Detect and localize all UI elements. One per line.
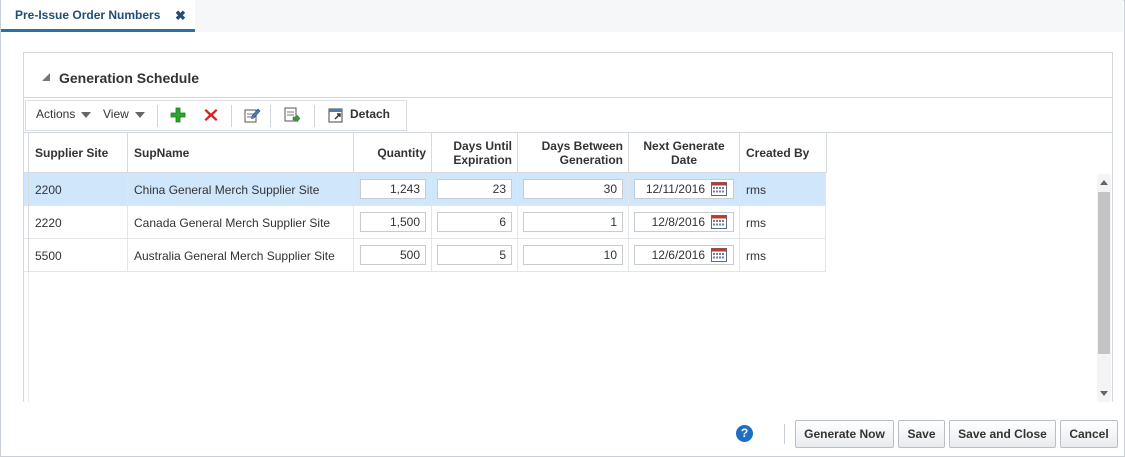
column-header-label: Days Until Expiration	[453, 138, 512, 167]
delete-icon[interactable]	[201, 105, 221, 125]
cell-created-by: rms	[740, 206, 826, 239]
days-between-generation-input[interactable]: 10	[523, 245, 623, 265]
cell-quantity: 500	[354, 239, 432, 272]
tab-bar: Pre-Issue Order Numbers ✖	[1, 0, 1123, 32]
calendar-icon[interactable]	[711, 248, 727, 267]
column-header-label: Days Between Generation	[541, 138, 623, 167]
cell-next-generate-date: 12/6/2016	[629, 239, 740, 272]
generation-schedule-table: Supplier Site SupName Quantity Days Unti…	[24, 132, 1112, 402]
next-generate-date-input[interactable]: 12/8/2016	[634, 212, 734, 232]
generation-schedule-panel: Generation Schedule Actions View Detach	[23, 52, 1113, 402]
next-generate-date-input[interactable]: 12/6/2016	[634, 245, 734, 265]
collapse-triangle-icon[interactable]	[42, 73, 50, 81]
scroll-down-icon[interactable]	[1100, 391, 1108, 396]
calendar-icon[interactable]	[711, 182, 727, 201]
cell-supname: China General Merch Supplier Site	[128, 173, 354, 206]
vertical-scrollbar[interactable]	[1097, 174, 1111, 402]
tab-title: Pre-Issue Order Numbers	[15, 7, 161, 22]
add-icon[interactable]	[168, 105, 188, 125]
export-icon[interactable]	[282, 105, 302, 125]
table-row[interactable]: 2200 China General Merch Supplier Site 1…	[24, 173, 826, 206]
chevron-down-icon	[134, 111, 145, 118]
cell-days-between-generation: 1	[518, 206, 629, 239]
column-header-supplier-site[interactable]: Supplier Site	[29, 133, 128, 173]
date-value: 12/11/2016	[645, 182, 705, 196]
detach-button[interactable]: Detach	[350, 107, 390, 121]
cell-created-by: rms	[740, 239, 826, 272]
column-header-next-generate-date[interactable]: Next Generate Date	[629, 133, 740, 173]
cell-days-until-expiration: 23	[432, 173, 518, 206]
quantity-input[interactable]: 1,500	[360, 212, 426, 232]
next-generate-date-input[interactable]: 12/11/2016	[634, 179, 734, 199]
toolbar-divider	[157, 105, 158, 127]
save-and-close-button[interactable]: Save and Close	[949, 420, 1056, 448]
panel-title: Generation Schedule	[59, 70, 200, 86]
cell-days-until-expiration: 5	[432, 239, 518, 272]
detach-icon[interactable]	[326, 105, 346, 125]
days-between-generation-input[interactable]: 30	[523, 179, 623, 199]
calendar-icon[interactable]	[711, 215, 727, 234]
column-header-supname[interactable]: SupName	[128, 133, 354, 173]
days-until-expiration-input[interactable]: 6	[437, 212, 512, 232]
days-until-expiration-input[interactable]: 23	[437, 179, 512, 199]
cell-supplier-site: 5500	[29, 239, 128, 272]
generate-now-button[interactable]: Generate Now	[795, 420, 894, 448]
cancel-button[interactable]: Cancel	[1060, 420, 1118, 448]
days-until-expiration-input[interactable]: 5	[437, 245, 512, 265]
toolbar-divider	[270, 105, 271, 127]
footer-divider	[784, 424, 785, 444]
save-button[interactable]: Save	[898, 420, 945, 448]
view-menu-label: View	[103, 107, 129, 121]
table-row[interactable]: 2220 Canada General Merch Supplier Site …	[24, 206, 826, 239]
tab-pre-issue-order-numbers[interactable]: Pre-Issue Order Numbers ✖	[1, 0, 195, 32]
table-row[interactable]: 5500 Australia General Merch Supplier Si…	[24, 239, 826, 272]
date-value: 12/8/2016	[651, 215, 705, 229]
cell-supplier-site: 2200	[29, 173, 128, 206]
quantity-input[interactable]: 1,243	[360, 179, 426, 199]
column-header-label: SupName	[134, 145, 190, 160]
close-tab-icon[interactable]: ✖	[175, 8, 186, 24]
edit-icon[interactable]	[242, 105, 262, 125]
column-header-quantity[interactable]: Quantity	[354, 133, 432, 173]
cell-supname: Canada General Merch Supplier Site	[128, 206, 354, 239]
column-header-label: Created By	[746, 145, 810, 160]
cell-next-generate-date: 12/11/2016	[629, 173, 740, 206]
cell-days-between-generation: 30	[518, 173, 629, 206]
cell-quantity: 1,500	[354, 206, 432, 239]
toolbar-divider	[314, 105, 315, 127]
toolbar-divider	[231, 105, 232, 127]
table-toolbar: Actions View Detach	[24, 97, 1112, 132]
cell-supname: Australia General Merch Supplier Site	[128, 239, 354, 272]
date-value: 12/6/2016	[651, 248, 705, 262]
help-icon[interactable]: ?	[736, 425, 753, 442]
column-header-label: Supplier Site	[35, 145, 109, 160]
actions-menu-label: Actions	[36, 107, 76, 121]
row-selector-strip	[24, 272, 29, 402]
column-header-label: Quantity	[377, 145, 426, 160]
column-header-days-until-expiration[interactable]: Days Until Expiration	[432, 133, 518, 173]
panel-header: Generation Schedule	[24, 53, 1112, 97]
column-header-label: Next Generate Date	[643, 138, 725, 167]
days-between-generation-input[interactable]: 1	[523, 212, 623, 232]
cell-days-until-expiration: 6	[432, 206, 518, 239]
quantity-input[interactable]: 500	[360, 245, 426, 265]
scroll-up-icon[interactable]	[1100, 180, 1108, 185]
cell-created-by: rms	[740, 173, 826, 206]
column-header-created-by[interactable]: Created By	[740, 133, 827, 173]
cell-days-between-generation: 10	[518, 239, 629, 272]
chevron-down-icon	[81, 111, 92, 118]
scrollbar-thumb[interactable]	[1098, 192, 1110, 354]
actions-menu[interactable]: Actions	[36, 107, 92, 121]
cell-next-generate-date: 12/8/2016	[629, 206, 740, 239]
view-menu[interactable]: View	[103, 107, 145, 121]
column-header-days-between-generation[interactable]: Days Between Generation	[518, 133, 629, 173]
cell-quantity: 1,243	[354, 173, 432, 206]
cell-supplier-site: 2220	[29, 206, 128, 239]
